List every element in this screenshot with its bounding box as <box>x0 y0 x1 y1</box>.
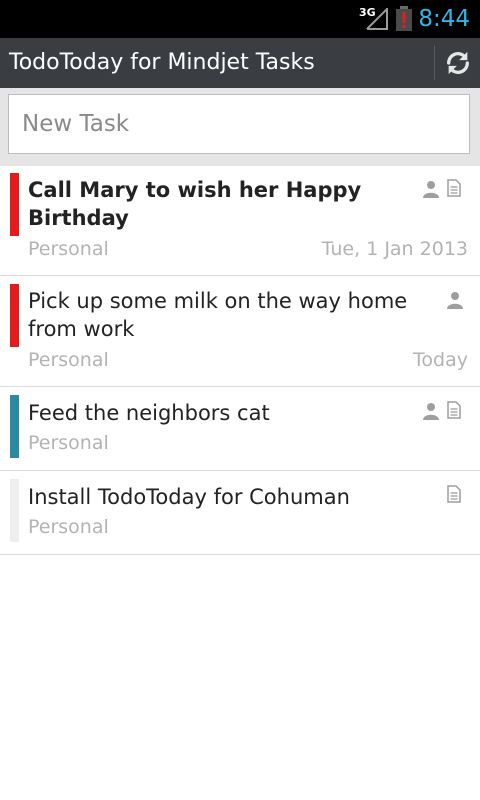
task-title: Call Mary to wish her Happy Birthday <box>28 178 362 230</box>
task-item-call-mary[interactable]: Call Mary to wish her Happy Birthday Per… <box>0 166 480 276</box>
battery-alert-icon <box>396 6 412 31</box>
action-bar: TodoToday for Mindjet Tasks <box>0 38 480 88</box>
new-task-area <box>0 88 480 166</box>
task-item-pick-up-milk[interactable]: Pick up some milk on the way home from w… <box>0 276 480 387</box>
refresh-button[interactable] <box>435 38 480 88</box>
note-icon <box>447 179 461 197</box>
signal-icon <box>366 8 388 30</box>
person-icon <box>423 181 439 198</box>
task-title: Install TodoToday for Cohuman <box>28 485 350 509</box>
task-category: Personal <box>28 432 109 454</box>
task-title: Feed the neighbors cat <box>28 401 270 425</box>
task-item-install-todotoday[interactable]: Install TodoToday for Cohuman Personal <box>0 471 480 555</box>
task-title: Pick up some milk on the way home from w… <box>28 289 408 341</box>
person-icon <box>447 292 463 309</box>
priority-indicator <box>10 173 19 236</box>
assigned-person-icon <box>423 403 442 420</box>
task-category: Personal <box>28 238 109 260</box>
clock: 8:44 <box>418 6 470 32</box>
status-bar: 3G 8:44 <box>0 0 480 38</box>
note-icon <box>447 485 461 503</box>
task-list: Call Mary to wish her Happy Birthday Per… <box>0 166 480 555</box>
priority-indicator <box>10 479 19 542</box>
task-item-feed-cat[interactable]: Feed the neighbors cat Personal <box>0 387 480 471</box>
new-task-input[interactable] <box>8 94 470 154</box>
note-icon <box>447 401 461 419</box>
task-due-date: Tue, 1 Jan 2013 <box>321 238 468 260</box>
app-title: TodoToday for Mindjet Tasks <box>9 50 315 75</box>
task-due-date: Today <box>413 349 468 371</box>
refresh-icon <box>446 51 469 75</box>
priority-indicator <box>10 395 19 458</box>
task-category: Personal <box>28 516 109 538</box>
priority-indicator <box>10 284 19 347</box>
task-category: Personal <box>28 349 109 371</box>
